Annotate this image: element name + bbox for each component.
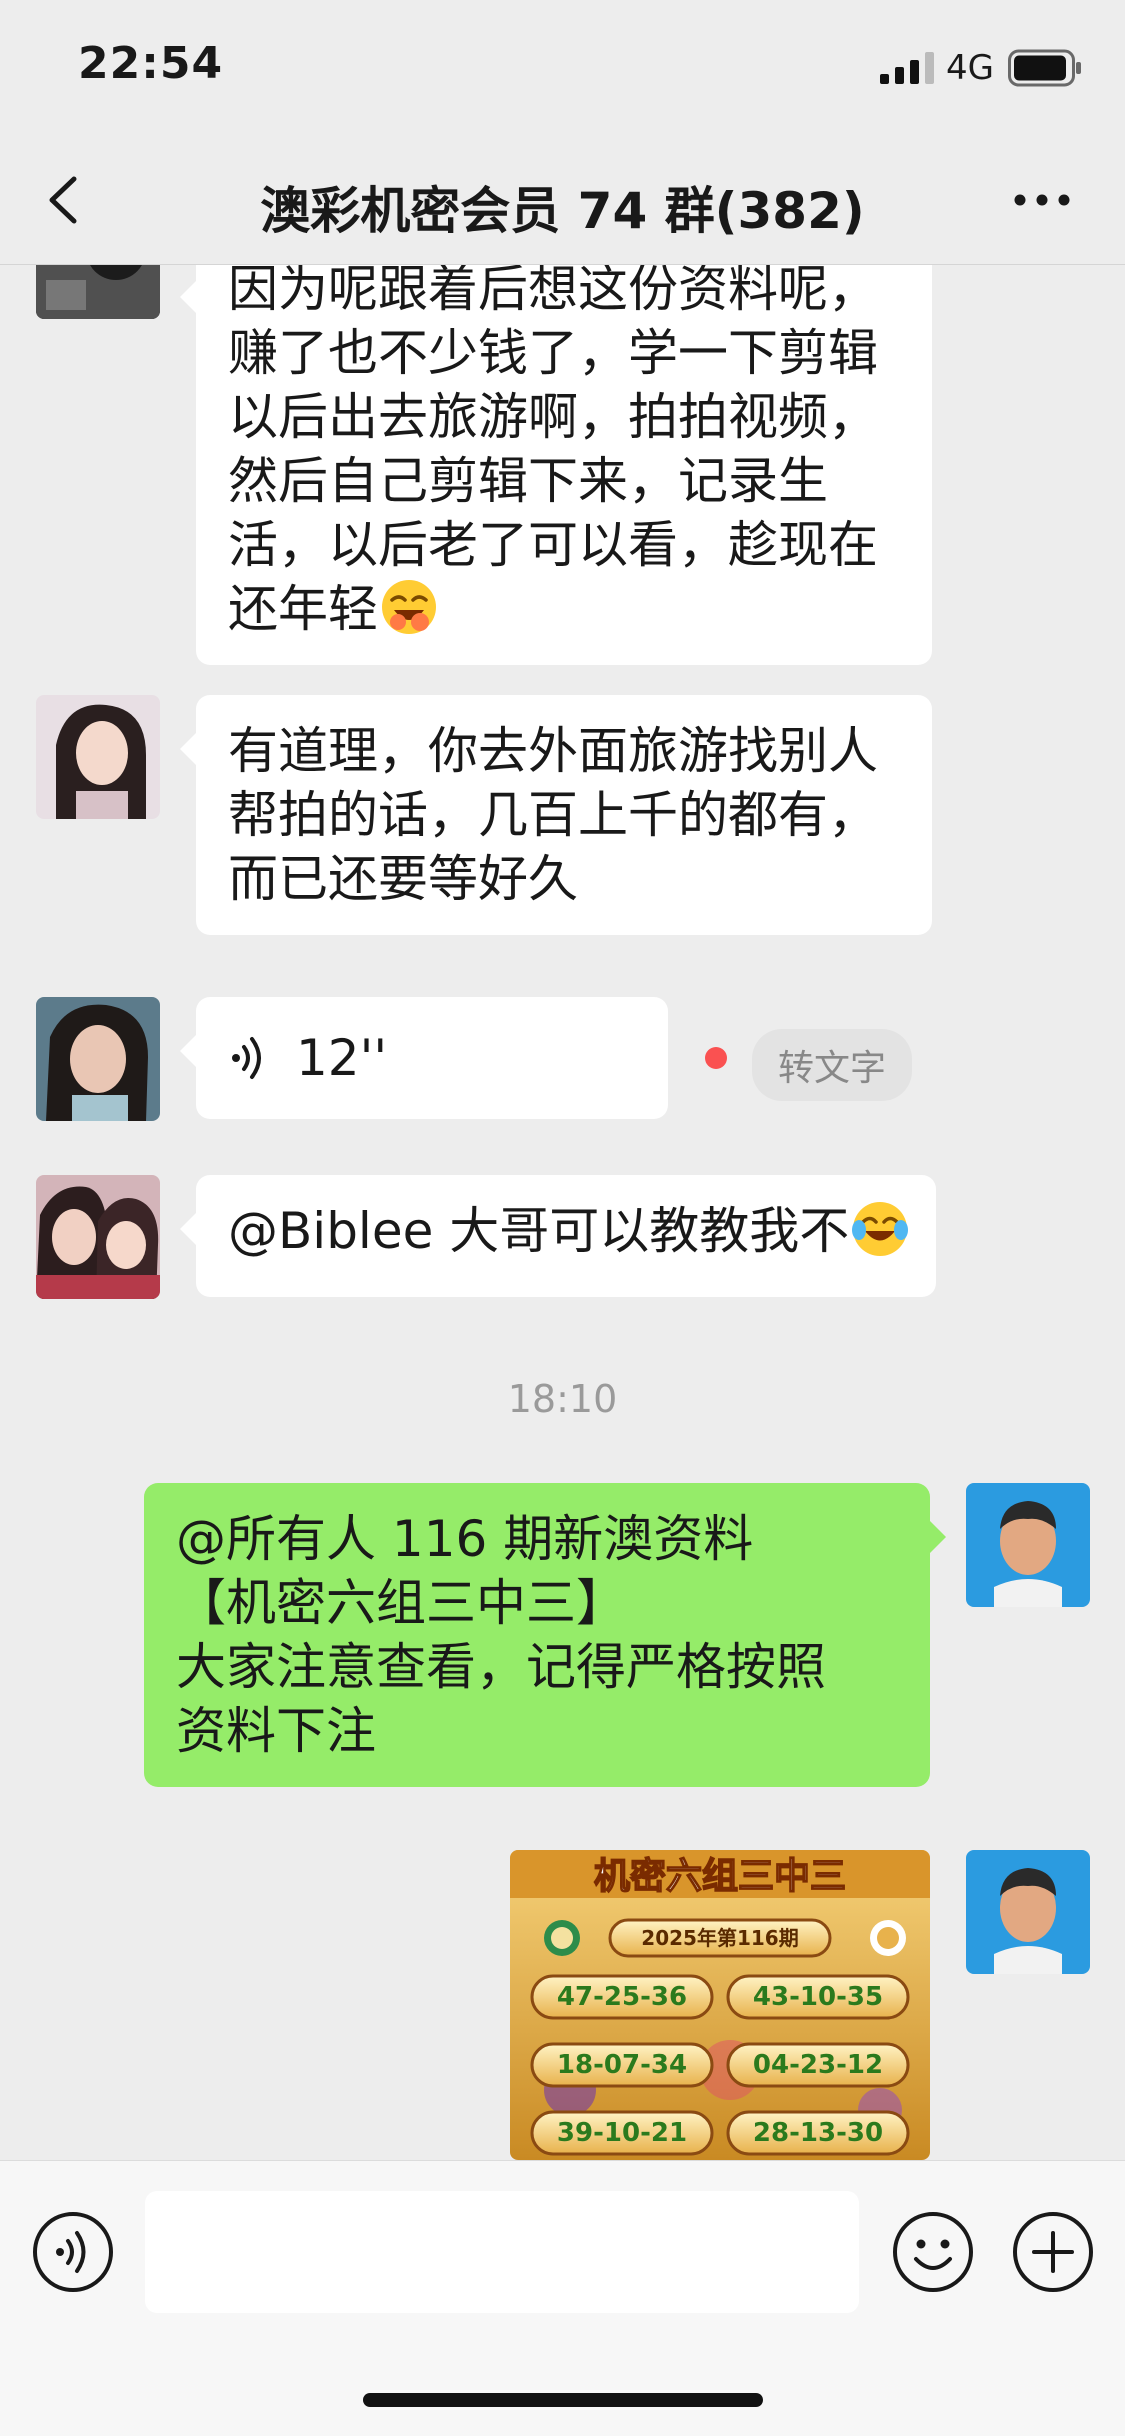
- lottery-group: 39-10-21: [557, 2118, 687, 2148]
- avatar[interactable]: [966, 1483, 1090, 1607]
- lottery-period: 2025年第116期: [641, 1926, 798, 1950]
- lottery-image-art: 机密六组三中三 2025年第116期 47-25-36 43-10-35 18-…: [510, 1850, 930, 2160]
- voice-duration: 12'': [296, 1029, 388, 1087]
- message-line: 帮拍的话，几百上千的都有，: [228, 786, 878, 844]
- signal-icon: [880, 52, 934, 84]
- back-icon[interactable]: [40, 173, 90, 227]
- message-line: @所有人 116 期新澳资料: [176, 1510, 754, 1568]
- message-line: 以后出去旅游啊，拍拍视频，: [228, 388, 878, 446]
- message-line: 活，以后老了可以看，趁现在: [228, 516, 878, 574]
- avatar[interactable]: [36, 695, 160, 819]
- message-text: @Biblee 大哥可以教教我不: [228, 1202, 850, 1260]
- convert-to-text-button[interactable]: 转文字: [752, 1029, 913, 1101]
- battery-icon: [1008, 49, 1081, 87]
- lottery-group: 47-25-36: [557, 1982, 687, 2012]
- message-text: 还年轻: [228, 580, 378, 638]
- laughing-emoji-icon: [382, 580, 436, 634]
- status-bar: 22:54 4G: [0, 0, 1125, 135]
- message-line: 因为呢跟着后想这份资料呢，: [228, 265, 878, 318]
- lottery-group: 43-10-35: [753, 1982, 883, 2012]
- message-line: 然后自己剪辑下来，记录生: [228, 452, 828, 510]
- status-time: 22:54: [78, 38, 224, 89]
- message-bubble[interactable]: @所有人 116 期新澳资料 【机密六组三中三】 大家注意查看，记得严格按照 资…: [144, 1483, 946, 1787]
- message-line: 赚了也不少钱了，学一下剪辑: [228, 324, 878, 382]
- voice-toggle-icon[interactable]: [32, 2211, 114, 2293]
- lottery-image[interactable]: 机密六组三中三 2025年第116期 47-25-36 43-10-35 18-…: [510, 1850, 930, 2160]
- message-line: 资料下注: [176, 1702, 376, 1760]
- input-bar: [0, 2160, 1125, 2436]
- more-icon[interactable]: [1010, 185, 1074, 215]
- unread-dot: [705, 1047, 727, 1069]
- voice-icon: [232, 1037, 261, 1079]
- message-bubble[interactable]: 有道理，你去外面旅游找别人 帮拍的话，几百上千的都有， 而已还要等好久: [180, 695, 932, 935]
- message-bubble[interactable]: @Biblee 大哥可以教教我不: [180, 1175, 936, 1297]
- avatar[interactable]: [36, 1175, 160, 1299]
- message-bubble[interactable]: 因为呢跟着后想这份资料呢， 赚了也不少钱了，学一下剪辑 以后出去旅游啊，拍拍视频…: [180, 265, 932, 665]
- message-input[interactable]: [145, 2191, 859, 2313]
- avatar[interactable]: [36, 997, 160, 1121]
- chat-header: 澳彩机密会员 74 群(382): [0, 135, 1125, 265]
- network-label: 4G: [946, 48, 994, 88]
- plus-icon[interactable]: [1012, 2211, 1094, 2293]
- chat-message-list[interactable]: 因为呢跟着后想这份资料呢， 赚了也不少钱了，学一下剪辑 以后出去旅游啊，拍拍视频…: [0, 265, 1125, 2160]
- lottery-group: 04-23-12: [753, 2050, 883, 2080]
- message-line: 还年轻: [228, 577, 900, 641]
- time-divider: 18:10: [507, 1377, 618, 1421]
- message-line: 【机密六组三中三】: [176, 1574, 626, 1632]
- tears-of-joy-emoji-icon: [852, 1202, 909, 1256]
- voice-message-bubble[interactable]: 12'': [180, 997, 668, 1119]
- home-indicator: [363, 2393, 763, 2407]
- avatar[interactable]: [966, 1850, 1090, 1974]
- emoji-icon[interactable]: [892, 2211, 974, 2293]
- lottery-title: 机密六组三中三: [594, 1855, 846, 1897]
- message-line: @Biblee 大哥可以教教我不: [228, 1199, 909, 1263]
- message-line: 而已还要等好久: [228, 850, 578, 908]
- lottery-group: 28-13-30: [753, 2118, 883, 2148]
- chat-title: 澳彩机密会员 74 群(382): [260, 182, 865, 240]
- avatar[interactable]: [36, 265, 160, 319]
- message-line: 大家注意查看，记得严格按照: [176, 1638, 826, 1696]
- lottery-group: 18-07-34: [557, 2050, 687, 2080]
- message-line: 有道理，你去外面旅游找别人: [228, 722, 878, 780]
